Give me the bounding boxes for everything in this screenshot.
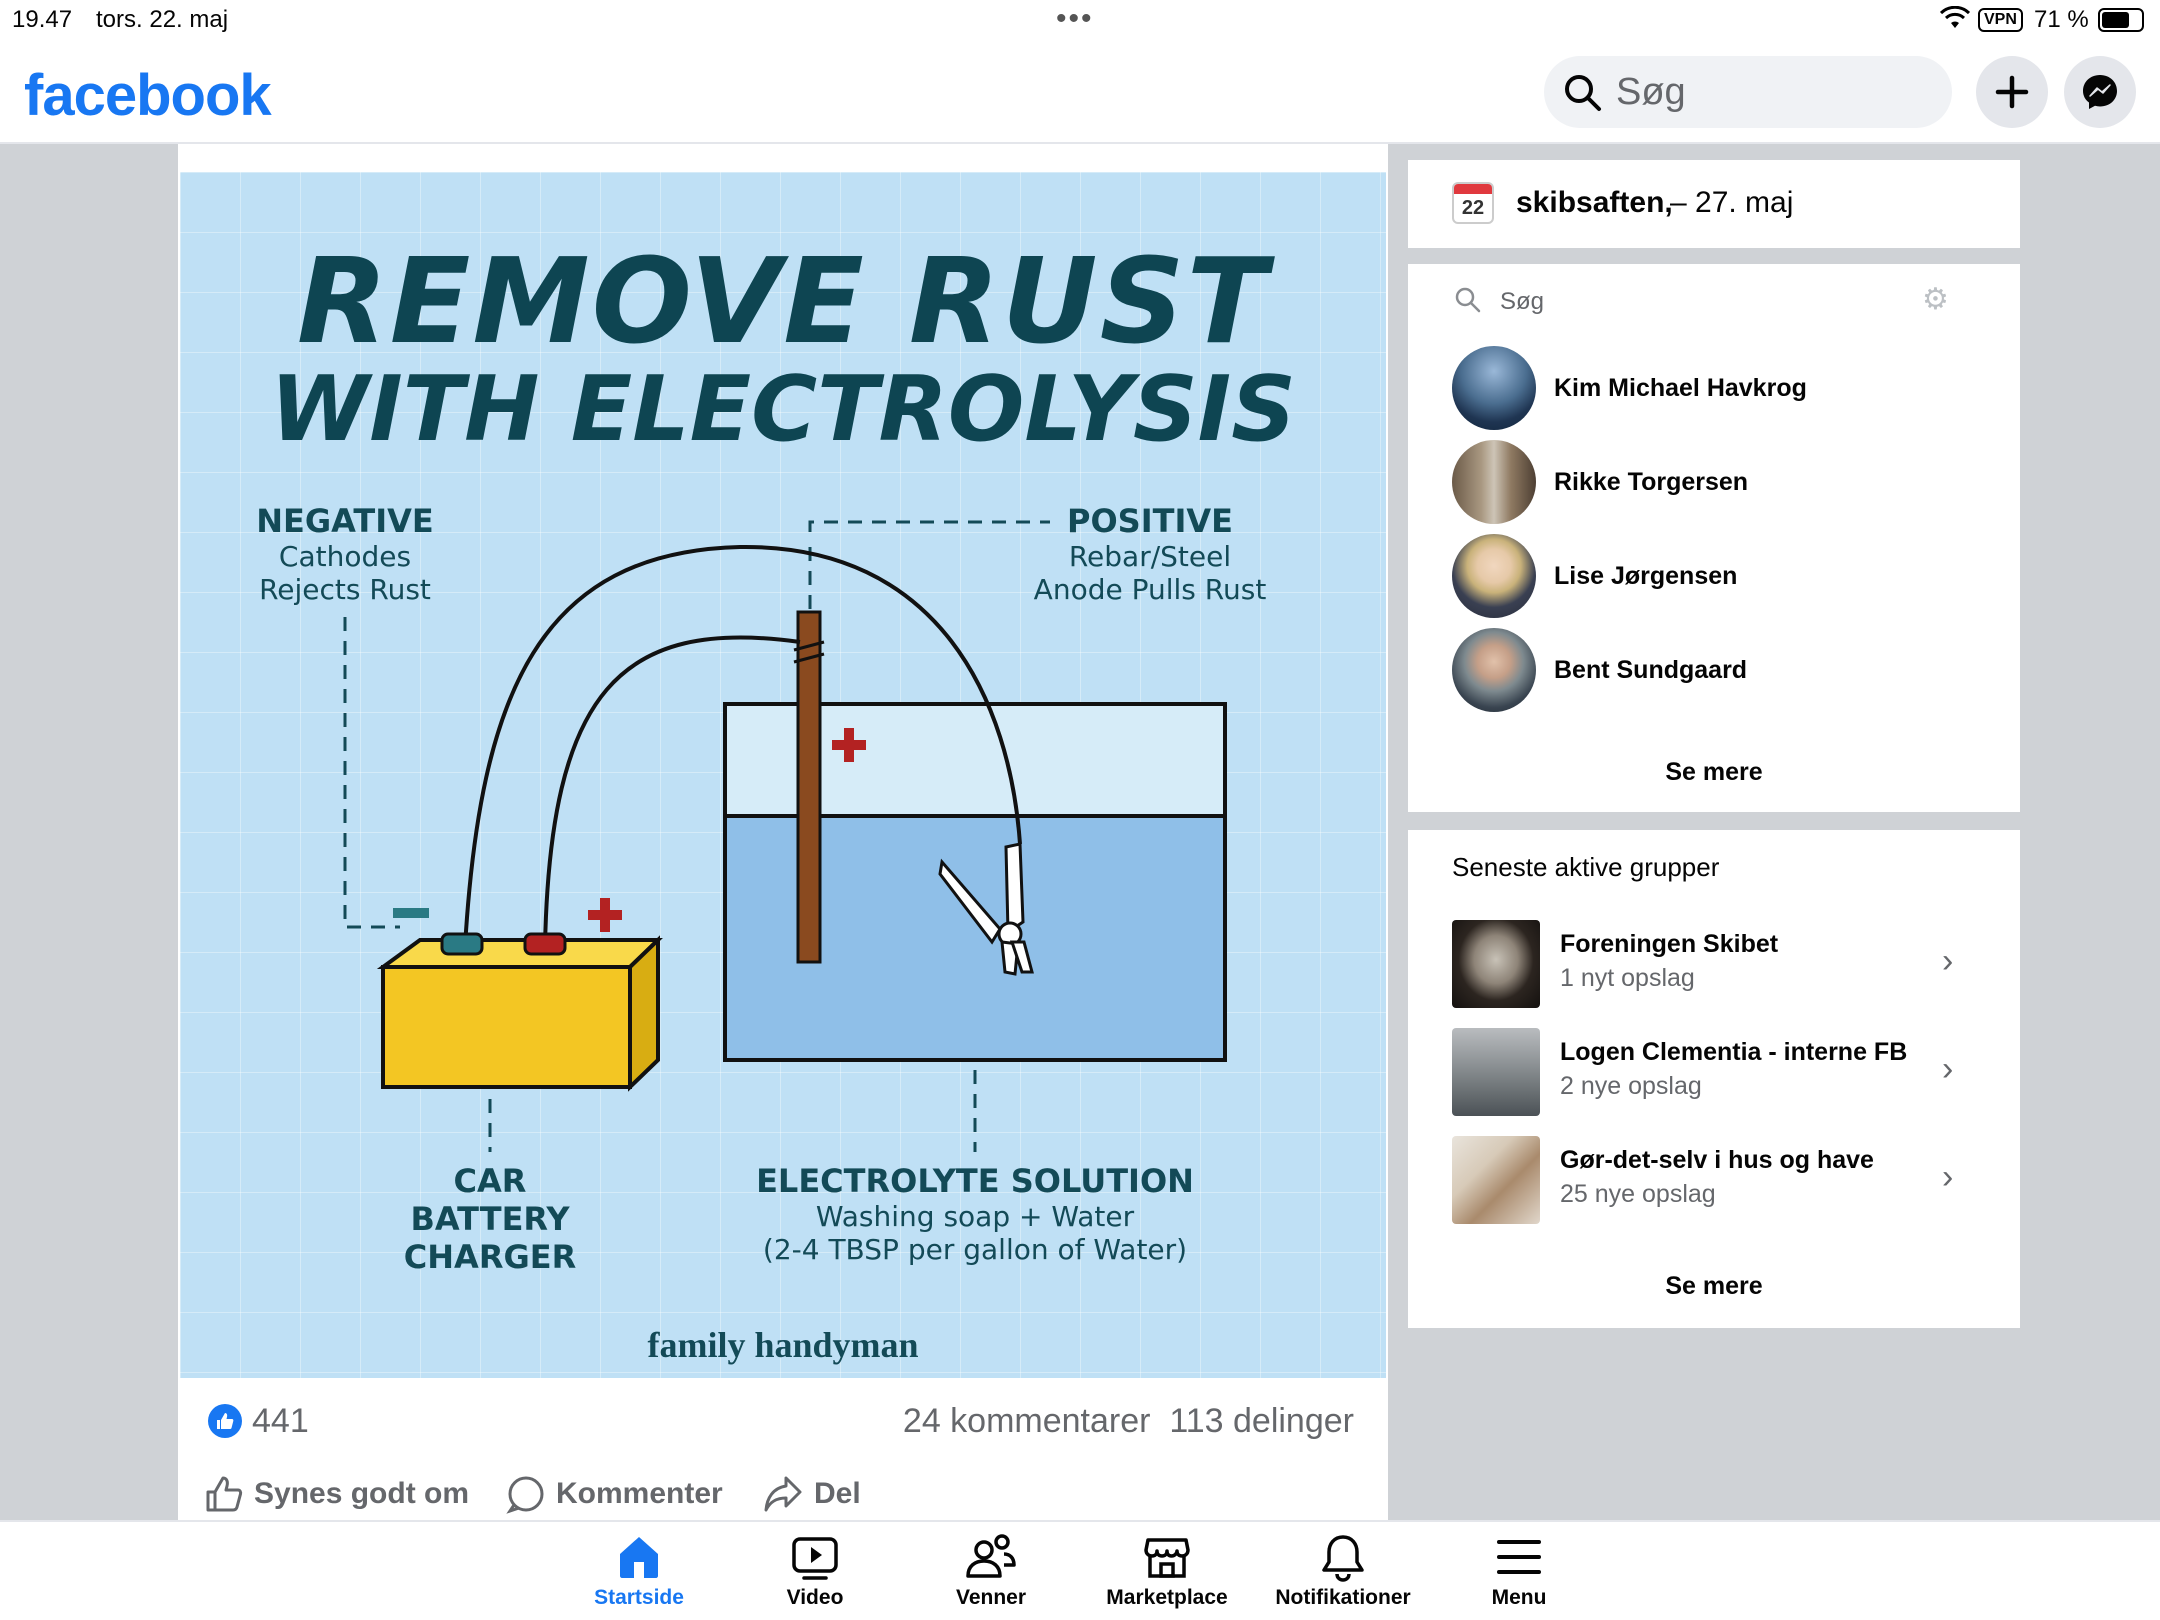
- contact-item[interactable]: Lise Jørgensen: [1452, 534, 1992, 618]
- comment-icon: [506, 1476, 544, 1514]
- infographic-subtitle: WITH ELECTROLYSIS: [270, 357, 1296, 462]
- tab-menu[interactable]: Menu: [1434, 1532, 1604, 1620]
- comment-count[interactable]: 24 kommentarer: [903, 1402, 1151, 1440]
- messenger-button[interactable]: [2064, 56, 2136, 128]
- groups-title: Seneste aktive grupper: [1452, 852, 1720, 882]
- avatar: [1452, 628, 1536, 712]
- share-icon: [764, 1476, 802, 1512]
- avatar: [1452, 440, 1536, 524]
- video-icon: [792, 1537, 838, 1580]
- group-thumbnail: [1452, 1136, 1540, 1224]
- share-count[interactable]: 113 delinger: [1169, 1402, 1354, 1440]
- group-item[interactable]: Logen Clementia - interne FB 2 nye opsla…: [1452, 1028, 1992, 1118]
- contact-item[interactable]: Rikke Torgersen: [1452, 440, 1992, 524]
- groups-see-more[interactable]: Se mere: [1408, 1272, 2020, 1301]
- bell-icon: [1322, 1535, 1364, 1582]
- battery-icon: [2098, 8, 2144, 32]
- like-reaction-icon: [208, 1404, 242, 1438]
- status-time: 19.47: [12, 6, 73, 33]
- event-date: – 27. maj: [1670, 186, 1794, 219]
- tab-marketplace[interactable]: Marketplace: [1082, 1532, 1252, 1620]
- status-bar: 19.47 tors. 22. maj ••• VPN 71 %: [0, 0, 2160, 40]
- create-button[interactable]: [1976, 56, 2048, 128]
- search-icon: [1565, 75, 1601, 111]
- chevron-right-icon: ›: [1942, 1158, 1954, 1196]
- gear-icon[interactable]: ⚙: [1922, 282, 1949, 317]
- recent-groups-card: Seneste aktive grupper Foreningen Skibet…: [1408, 830, 2020, 1328]
- search-bar[interactable]: [1544, 56, 1952, 128]
- like-count: 441: [252, 1402, 309, 1440]
- avatar: [1452, 346, 1536, 430]
- marketplace-icon: [1144, 1538, 1190, 1578]
- contact-search-icon[interactable]: [1452, 284, 1484, 316]
- bottom-tab-bar: Startside Video Venner Marketplace Notif…: [0, 1520, 2160, 1620]
- positive-label: POSITIVE Rebar/Steel Anode Pulls Rust: [1033, 502, 1267, 606]
- contact-search-label[interactable]: Søg: [1500, 288, 1544, 316]
- friends-icon: [966, 1534, 1016, 1578]
- vpn-badge: VPN: [1978, 8, 2023, 32]
- tab-video[interactable]: Video: [730, 1532, 900, 1620]
- event-name: skibsaften,: [1516, 186, 1673, 219]
- event-reminder-card[interactable]: 22 skibsaften, – 27. maj: [1408, 160, 2020, 248]
- infographic-title: REMOVE RUST: [296, 232, 1270, 370]
- top-navigation: facebook: [0, 40, 2160, 144]
- contact-item[interactable]: Bent Sundgaard: [1452, 628, 1992, 712]
- tab-venner[interactable]: Venner: [906, 1532, 1076, 1620]
- contacts-see-more[interactable]: Se mere: [1408, 758, 2020, 787]
- calendar-icon: 22: [1452, 182, 1494, 224]
- like-button[interactable]: Synes godt om: [204, 1474, 469, 1514]
- status-date: tors. 22. maj: [96, 6, 229, 33]
- feed-post: REMOVE RUST WITH ELECTROLYSIS NEGATIVE C…: [178, 144, 1388, 1526]
- multitask-dots-icon[interactable]: •••: [1056, 2, 1094, 36]
- group-thumbnail: [1452, 920, 1540, 1008]
- home-icon: [620, 1537, 658, 1578]
- group-item[interactable]: Foreningen Skibet 1 nyt opslag ›: [1452, 920, 1992, 1010]
- contacts-card: Søg ⚙ Kim Michael Havkrog Rikke Torgerse…: [1408, 264, 2020, 812]
- thumbs-up-icon: [206, 1476, 243, 1512]
- contact-item[interactable]: Kim Michael Havkrog: [1452, 346, 1992, 430]
- search-input[interactable]: [1616, 68, 1936, 116]
- chevron-right-icon: ›: [1942, 942, 1954, 980]
- electrolyte-solution-label: ELECTROLYTE SOLUTION Washing soap + Wate…: [756, 1162, 1194, 1266]
- post-image[interactable]: REMOVE RUST WITH ELECTROLYSIS NEGATIVE C…: [180, 172, 1386, 1378]
- family-handyman-logo: family handyman: [647, 1325, 919, 1365]
- chevron-right-icon: ›: [1942, 1050, 1954, 1088]
- share-button[interactable]: Del: [762, 1474, 861, 1514]
- wifi-icon: [1939, 5, 1971, 37]
- car-battery-charger-label: CAR BATTERY CHARGER: [403, 1162, 577, 1276]
- avatar: [1452, 534, 1536, 618]
- negative-label: NEGATIVE Cathodes Rejects Rust: [256, 502, 434, 606]
- post-stats: 24 kommentarer 113 delinger: [903, 1402, 1354, 1441]
- group-thumbnail: [1452, 1028, 1540, 1116]
- plus-icon: [1995, 75, 2029, 109]
- group-item[interactable]: Gør-det-selv i hus og have 25 nye opslag…: [1452, 1136, 1992, 1226]
- tab-startside[interactable]: Startside: [554, 1532, 724, 1620]
- facebook-logo[interactable]: facebook: [24, 62, 272, 129]
- menu-icon: [1497, 1540, 1541, 1574]
- comment-button[interactable]: Kommenter: [506, 1474, 723, 1526]
- tab-notifikationer[interactable]: Notifikationer: [1258, 1532, 1428, 1620]
- messenger-icon: [2083, 75, 2117, 109]
- battery-percent: 71 %: [2034, 6, 2089, 33]
